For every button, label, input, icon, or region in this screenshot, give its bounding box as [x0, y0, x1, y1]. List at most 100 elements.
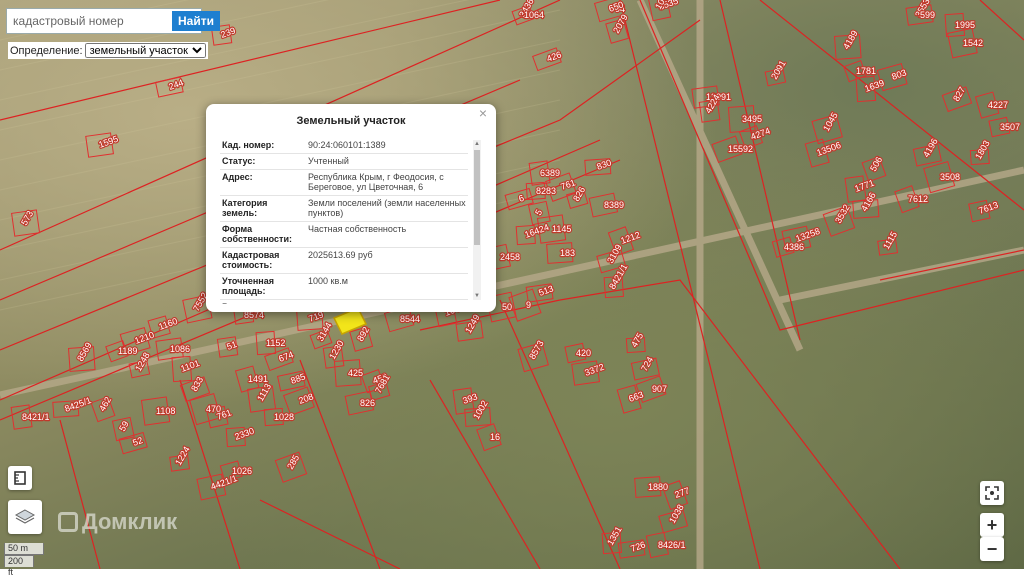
- parcel-label[interactable]: 13506: [814, 139, 843, 159]
- search-bar: Найти: [6, 8, 220, 34]
- scroll-up-arrow-icon[interactable]: ▲: [473, 140, 481, 148]
- zoom-out-button[interactable]: −: [980, 537, 1004, 561]
- parcel-label[interactable]: 1064: [523, 9, 545, 21]
- parcel-label[interactable]: 674: [276, 348, 296, 365]
- parcel-label[interactable]: 4386: [783, 241, 805, 253]
- parcel-label[interactable]: 1781: [855, 65, 877, 77]
- close-icon[interactable]: ×: [476, 106, 490, 120]
- parcel-label[interactable]: 1595: [96, 132, 121, 151]
- attribute-value: для индивидуального жилищного: [306, 299, 468, 304]
- attribute-key: Кад. номер:: [220, 138, 306, 154]
- parcel-label[interactable]: 426: [544, 48, 564, 65]
- parcel-label[interactable]: 420: [575, 347, 592, 359]
- parcel-label[interactable]: 462: [96, 394, 115, 414]
- parcel-label[interactable]: 8573: [526, 337, 547, 362]
- ruler-icon: [14, 471, 26, 485]
- attributes-table: Кад. номер: 90:24:060101:1389 Статус: Учтен…: [220, 138, 468, 304]
- parcel-label[interactable]: 907: [651, 383, 668, 395]
- parcel-label[interactable]: 1249: [462, 311, 483, 336]
- attribute-key: Разрешенное: [220, 299, 306, 304]
- parcel-label[interactable]: 724: [638, 354, 657, 374]
- search-input[interactable]: [9, 11, 172, 31]
- parcel-label[interactable]: 8425/1: [62, 394, 94, 415]
- parcel-label[interactable]: 8426/1: [657, 539, 687, 551]
- parcel-label[interactable]: 16: [489, 431, 501, 443]
- scale-bar: 50 m 200 ft: [4, 543, 44, 577]
- attribute-key: Кадастровая стоимость:: [220, 247, 306, 274]
- parcel-label[interactable]: 208: [296, 390, 316, 407]
- parcel-label[interactable]: 4189: [840, 27, 861, 52]
- parcel-info-popup: × Земельный участок Кад. номер: 90:24:060…: [206, 104, 496, 312]
- parcel-label[interactable]: 1145: [551, 223, 573, 235]
- attribute-row: Форма собственности: Частная собственност…: [220, 221, 468, 248]
- parcel-label[interactable]: 239: [218, 24, 238, 41]
- parcel-label[interactable]: 4227: [987, 99, 1009, 111]
- parcel-label[interactable]: 50: [501, 301, 513, 313]
- popup-title: Земельный участок: [296, 115, 406, 127]
- parcel-label[interactable]: 6389: [539, 167, 561, 179]
- parcel-label[interactable]: 1086: [169, 343, 191, 355]
- parcel-label[interactable]: 8569: [74, 339, 95, 364]
- parcel-label[interactable]: 183: [559, 247, 576, 259]
- parcel-label[interactable]: 1880: [647, 481, 669, 493]
- parcel-label[interactable]: 13258: [793, 225, 822, 245]
- satellite-map[interactable]: 3436 794 3535 3553 1995 426 2079 1542 239 4189 178…: [0, 0, 1024, 569]
- parcel-label[interactable]: 599: [919, 9, 936, 21]
- parcel-label[interactable]: 59: [116, 418, 132, 434]
- popup-body[interactable]: Кад. номер: 90:24:060101:1389 Статус: Учтен…: [220, 138, 482, 304]
- parcel-label[interactable]: 3372: [582, 360, 607, 379]
- parcel-label[interactable]: 393: [460, 390, 480, 407]
- parcel-label[interactable]: 803: [889, 66, 909, 83]
- parcel-label[interactable]: 3508: [939, 171, 961, 183]
- parcel-label[interactable]: 1028: [273, 411, 295, 423]
- parcel-label[interactable]: 826: [359, 397, 376, 409]
- domclick-logo-icon: [58, 512, 78, 532]
- parcel-label[interactable]: 2458: [499, 251, 521, 263]
- attribute-key: Адрес:: [220, 169, 306, 196]
- mode-select[interactable]: земельный участок: [84, 43, 206, 58]
- fullscreen-button[interactable]: [980, 481, 1004, 505]
- parcel-label[interactable]: 1189: [117, 345, 139, 357]
- attribute-row: Разрешенноедля индивидуального жилищного: [220, 299, 468, 304]
- scale-metric: 50 m: [4, 543, 44, 555]
- zoom-in-button[interactable]: +: [980, 513, 1004, 537]
- parcel-label[interactable]: 16424: [522, 221, 551, 241]
- ruler-button[interactable]: [8, 466, 32, 490]
- parcel-label[interactable]: 5: [532, 206, 546, 218]
- layers-button[interactable]: [8, 500, 42, 534]
- parcel-label[interactable]: 277: [672, 484, 692, 501]
- parcel-label[interactable]: 15592: [727, 143, 754, 155]
- scroll-thumb[interactable]: [474, 150, 480, 245]
- parcel-label[interactable]: 1108: [155, 405, 177, 417]
- attribute-key: Форма собственности:: [220, 221, 306, 248]
- parcel-label[interactable]: 1152: [265, 337, 287, 349]
- parcel-label[interactable]: 761: [558, 176, 578, 193]
- parcel-label[interactable]: 3507: [999, 121, 1021, 133]
- popup-scrollbar[interactable]: ▲ ▼: [473, 140, 481, 300]
- parcel-label[interactable]: 8283: [535, 185, 557, 197]
- parcel-label[interactable]: 52: [130, 434, 145, 449]
- parcel-label[interactable]: 7612: [907, 193, 929, 205]
- parcel-label[interactable]: 1212: [618, 228, 643, 247]
- attribute-key: Категория земель:: [220, 195, 306, 222]
- parcel-label[interactable]: 9: [525, 299, 532, 311]
- parcel-label[interactable]: 425: [347, 367, 364, 379]
- parcel-label[interactable]: 4274: [748, 124, 773, 143]
- find-button[interactable]: Найти: [172, 11, 220, 31]
- parcel-label[interactable]: 1771: [852, 176, 877, 195]
- parcel-label[interactable]: 8421/1: [21, 411, 51, 423]
- parcel-label[interactable]: 1160: [156, 315, 180, 333]
- parcel-label[interactable]: 3495: [741, 113, 763, 125]
- parcel-label[interactable]: 1045: [820, 109, 841, 134]
- parcel-label[interactable]: 1038: [666, 501, 687, 526]
- parcel-label[interactable]: 1101: [178, 357, 202, 375]
- parcel-label[interactable]: 8421/1: [606, 261, 631, 292]
- parcel-label[interactable]: 475: [628, 330, 647, 350]
- scroll-down-arrow-icon[interactable]: ▼: [473, 292, 481, 300]
- parcel-label[interactable]: 1210: [132, 328, 157, 347]
- parcel-label[interactable]: 8544: [399, 313, 421, 325]
- parcel-label[interactable]: 506: [867, 154, 886, 174]
- parcel-label[interactable]: 8389: [603, 199, 625, 211]
- parcel-label[interactable]: 1542: [962, 37, 984, 49]
- parcel-label[interactable]: 1995: [954, 19, 976, 31]
